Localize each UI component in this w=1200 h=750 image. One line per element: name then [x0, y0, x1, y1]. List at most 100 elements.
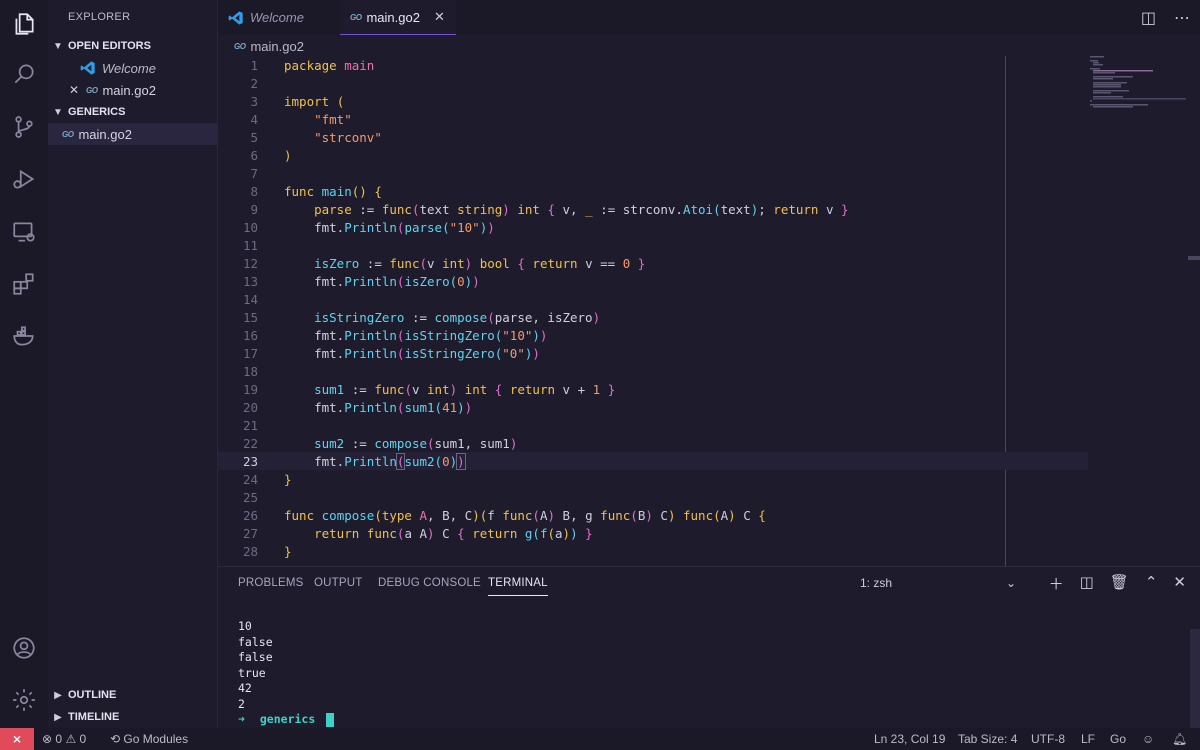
chevron-right-icon: ▶ [54, 689, 62, 701]
go-modules-label: Go Modules [123, 732, 189, 746]
extensions-icon[interactable] [0, 260, 48, 308]
close-icon[interactable]: ✕ [68, 83, 80, 97]
close-panel-icon[interactable]: ✕ [1173, 573, 1186, 594]
outline-section[interactable]: ▶ OUTLINE [48, 684, 218, 706]
tab-actions: ◫ ⋯ [1141, 0, 1190, 35]
terminal-scrollbar[interactable] [1190, 629, 1200, 729]
terminal-line: true [238, 665, 266, 680]
maximize-panel-icon[interactable]: ⌃ [1145, 573, 1158, 594]
folder-section[interactable]: ▼ GENERICS [48, 101, 218, 123]
folder-label: GENERICS [68, 106, 126, 118]
cursor-position[interactable]: Ln 23, Col 19 [874, 732, 945, 746]
code-line: 19 sum1 := func(v int) int { return v + … [242, 381, 616, 397]
breadcrumb-file: main.go2 [250, 38, 304, 54]
code-line: 17 fmt.Println(isStringZero("0")) [242, 345, 540, 361]
terminal-line: 10 [238, 619, 252, 633]
open-editors-section[interactable]: ▼ OPEN EDITORS [48, 35, 218, 57]
chevron-down-icon: ▼ [53, 40, 63, 52]
scrollbar-marker [1188, 256, 1200, 260]
notifications-bell-icon[interactable]: 🔔︎ [1172, 732, 1187, 746]
timeline-section[interactable]: ▶ TIMELINE [48, 706, 218, 728]
docker-icon[interactable] [0, 312, 48, 360]
go-modules-status[interactable]: ⟲ Go Modules [110, 732, 188, 746]
problems-status[interactable]: ⊗ 0 ⚠ 0 [42, 732, 86, 746]
code-line: 20 fmt.Println(sum1(41)) [242, 399, 473, 415]
open-editor-welcome[interactable]: Welcome [48, 57, 218, 79]
remote-indicator-icon[interactable]: ⨯ [0, 728, 34, 750]
file-tree-item-main[interactable]: GO main.go2 [48, 123, 218, 145]
sidebar-title: EXPLORER [68, 11, 131, 23]
go-file-icon: GO [350, 12, 362, 22]
code-line: 11 [242, 237, 258, 253]
code-line: 2 [250, 75, 258, 91]
code-line: 5 "strconv" [250, 129, 382, 145]
code-line: 16 fmt.Println(isStringZero("10")) [242, 327, 548, 343]
outline-label: OUTLINE [68, 689, 117, 701]
bottom-panel: PROBLEMS OUTPUT DEBUG CONSOLE TERMINAL 1… [218, 566, 1200, 729]
open-editors-label: OPEN EDITORS [68, 40, 151, 52]
code-line: 15 isStringZero := compose(parse, isZero… [242, 309, 601, 325]
split-editor-icon[interactable]: ◫ [1141, 8, 1156, 28]
chevron-down-icon: ▼ [53, 106, 63, 118]
code-line: 12 isZero := func(v int) bool { return v… [242, 255, 646, 271]
chevron-down-icon: ⌄ [1005, 576, 1016, 590]
code-line: 4 "fmt" [250, 111, 352, 127]
settings-gear-icon[interactable] [0, 676, 48, 724]
vscode-icon [80, 61, 95, 75]
prompt-arrow-icon: ➜ [238, 712, 245, 726]
feedback-icon[interactable]: ☺ [1142, 732, 1154, 746]
terminal-output[interactable]: 10 false false true 42 2 ➜ generics [238, 619, 335, 728]
explorer-icon[interactable] [0, 0, 48, 48]
breadcrumb[interactable]: GO main.go2 [234, 37, 304, 55]
timeline-label: TIMELINE [68, 711, 120, 723]
code-editor[interactable]: 1 package main 2 3 import ( 4 "fmt" 5 "str… [218, 56, 1200, 566]
error-icon: ⊗ [42, 732, 53, 746]
terminal-line: 2 [238, 696, 245, 711]
code-line: 18 [242, 363, 258, 379]
close-icon[interactable]: ✕ [434, 9, 445, 25]
split-terminal-icon[interactable]: ◫ [1080, 573, 1094, 594]
tab-debug-console[interactable]: DEBUG CONSOLE [378, 577, 481, 589]
terminal-line: 42 [238, 681, 252, 695]
open-editor-label: main.go2 [102, 82, 156, 98]
minimap[interactable] [1090, 56, 1186, 116]
open-editor-label: Welcome [102, 60, 156, 76]
terminal-prompt: ➜ generics [238, 712, 335, 728]
tab-terminal[interactable]: TERMINAL [488, 577, 548, 596]
code-line: 7 [250, 165, 258, 181]
code-line: 14 [242, 291, 258, 307]
encoding[interactable]: UTF-8 [1031, 732, 1065, 746]
code-line: 28} [242, 543, 292, 559]
warning-count: 0 [79, 732, 87, 746]
tab-main-go2[interactable]: GO main.go2 ✕ [340, 0, 456, 35]
terminal-line: false [238, 650, 273, 664]
activity-bar [0, 0, 48, 728]
code-line: 25 [242, 489, 258, 505]
source-control-icon[interactable] [0, 103, 48, 151]
account-icon[interactable] [0, 624, 48, 672]
tab-size[interactable]: Tab Size: 4 [958, 732, 1017, 746]
tab-output[interactable]: OUTPUT [314, 577, 362, 589]
terminal-cursor [326, 712, 335, 727]
code-line: 27 return func(a A) C { return g(f(a)) } [242, 525, 593, 541]
code-line: 6) [250, 147, 292, 163]
tab-welcome[interactable]: Welcome [218, 0, 338, 35]
code-line: 21 [242, 417, 258, 433]
warning-icon: ⚠ [65, 732, 77, 746]
tab-problems[interactable]: PROBLEMS [238, 577, 304, 589]
code-line: 10 fmt.Println(parse("10")) [242, 219, 495, 235]
trash-icon[interactable]: 🗑 [1110, 573, 1129, 594]
language-mode[interactable]: Go [1110, 732, 1126, 746]
new-terminal-icon[interactable]: ＋ [1049, 573, 1064, 594]
code-line: 3 import ( [250, 93, 345, 109]
terminal-select[interactable]: 1: zsh ⌄ [860, 576, 1016, 590]
more-actions-icon[interactable]: ⋯ [1174, 8, 1190, 28]
end-of-line[interactable]: LF [1081, 732, 1095, 746]
go-file-icon: GO [62, 129, 74, 139]
panel-actions: ＋ ◫ 🗑 ⌃ ✕ [1049, 573, 1186, 594]
remote-explorer-icon[interactable] [0, 208, 48, 256]
run-debug-icon[interactable] [0, 155, 48, 203]
open-editor-main[interactable]: ✕ GO main.go2 [48, 79, 218, 101]
search-icon[interactable] [0, 50, 48, 98]
code-line: 22 sum2 := compose(sum1, sum1) [242, 435, 518, 451]
